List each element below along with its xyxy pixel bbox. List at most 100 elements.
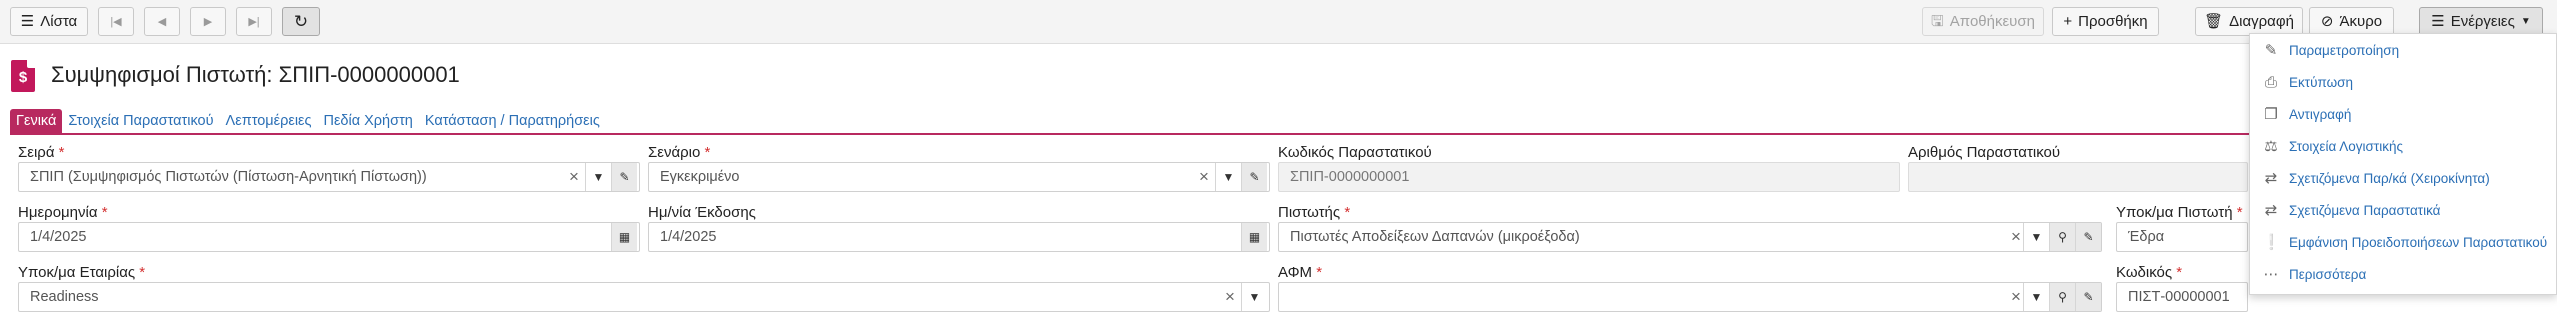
copy-icon: ❐: [2264, 106, 2278, 123]
caret-down-icon[interactable]: ▼: [1241, 283, 1267, 311]
company-branch-value: Readiness: [30, 289, 99, 305]
add-button-label: Προσθήκη: [2078, 13, 2148, 30]
code-select[interactable]: ΠΙΣΤ-00000001: [2116, 282, 2248, 312]
issue-date-field[interactable]: 1/4/2025 ▦: [648, 222, 1270, 252]
edit-icon: ✎: [2264, 42, 2278, 59]
tab-user-fields[interactable]: Πεδία Χρήστη: [318, 109, 419, 133]
menu-item-related-docs[interactable]: ⇄ Σχετιζόμενα Παραστατικά: [2250, 194, 2556, 226]
document-dollar-icon: $: [11, 60, 35, 92]
date-label: Ημερομηνία *: [18, 204, 108, 221]
doc-code-value: ΣΠΙΠ-0000000001: [1290, 169, 1410, 185]
list-button[interactable]: ☰ Λίστα: [10, 7, 88, 36]
previous-record-button[interactable]: ◀: [144, 7, 180, 36]
caret-down-icon[interactable]: ▼: [1215, 163, 1241, 191]
tab-status-notes[interactable]: Κατάσταση / Παρατηρήσεις: [419, 109, 606, 133]
date-field[interactable]: 1/4/2025 ▦: [18, 222, 640, 252]
caret-down-icon[interactable]: ▼: [585, 163, 611, 191]
save-icon: 🖫: [1931, 13, 1944, 30]
creditor-branch-select[interactable]: Έδρα: [2116, 222, 2248, 252]
date-value: 1/4/2025: [30, 229, 87, 245]
last-record-button[interactable]: ▶|: [236, 7, 272, 36]
tab-lines[interactable]: Λεπτομέρειες: [220, 109, 318, 133]
calendar-icon[interactable]: ▦: [1241, 223, 1267, 251]
creditor-branch-value: Έδρα: [2128, 229, 2165, 245]
clear-icon[interactable]: ×: [569, 167, 579, 187]
print-icon: ⎙: [2264, 73, 2277, 91]
code-value: ΠΙΣΤ-00000001: [2128, 289, 2230, 305]
tab-document-details[interactable]: Στοιχεία Παραστατικού: [62, 109, 219, 133]
edit-icon[interactable]: ✎: [2075, 283, 2101, 311]
edit-icon[interactable]: ✎: [1241, 163, 1267, 191]
actions-menu: ✎ Παραμετροποίηση ⎙ Εκτύπωση ❐ Αντιγραφή…: [2249, 33, 2557, 295]
cancel-button[interactable]: ⊘ Άκυρο: [2309, 7, 2394, 36]
warning-icon: ❕: [2262, 234, 2281, 251]
clear-icon[interactable]: ×: [2011, 227, 2021, 247]
refresh-button[interactable]: ↻: [282, 7, 320, 36]
doc-code-label: Κωδικός Παραστατικού: [1278, 144, 1432, 161]
actions-button[interactable]: ☰ Ενέργειες ▼: [2419, 7, 2543, 36]
issue-date-value: 1/4/2025: [660, 229, 717, 245]
series-select[interactable]: ΣΠΙΠ (Συμψηφισμός Πιστωτών (Πίστωση-Αρνη…: [18, 162, 640, 192]
swap-icon: ⇄: [2264, 170, 2278, 187]
creditor-branch-label: Υποκ/μα Πιστωτή *: [2116, 204, 2243, 221]
company-branch-label: Υποκ/μα Εταιρίας *: [18, 264, 146, 281]
delete-button[interactable]: 🗑 Διαγραφή: [2195, 7, 2303, 36]
clear-icon[interactable]: ×: [2011, 287, 2021, 307]
balance-icon: ⚖: [2264, 138, 2278, 155]
menu-item-show-warnings[interactable]: ❕ Εμφάνιση Προειδοποιήσεων Παραστατικού: [2250, 226, 2556, 258]
calendar-icon[interactable]: ▦: [611, 223, 637, 251]
swap-icon: ⇄: [2264, 202, 2278, 219]
search-icon[interactable]: ⚲: [2049, 283, 2075, 311]
edit-icon[interactable]: ✎: [2075, 223, 2101, 251]
search-icon[interactable]: ⚲: [2049, 223, 2075, 251]
caret-down-icon[interactable]: ▼: [2023, 283, 2049, 311]
company-branch-select[interactable]: Readiness × ▼: [18, 282, 1270, 312]
menu-icon: ☰: [2431, 13, 2445, 30]
creditor-value: Πιστωτές Αποδείξεων Δαπανών (μικροέξοδα): [1290, 229, 1580, 245]
plus-icon: +: [2063, 13, 2073, 30]
list-icon: ☰: [20, 13, 35, 30]
cancel-icon: ⊘: [2320, 13, 2334, 30]
series-label: Σειρά *: [18, 144, 65, 161]
tab-underline: [10, 133, 2557, 135]
add-button[interactable]: + Προσθήκη: [2052, 7, 2159, 36]
save-button-label: Αποθήκευση: [1949, 13, 2035, 30]
cancel-button-label: Άκυρο: [2339, 13, 2383, 30]
vat-label: ΑΦΜ *: [1278, 264, 1323, 281]
menu-item-related-manual[interactable]: ⇄ Σχετιζόμενα Παρ/κά (Χειροκίνητα): [2250, 162, 2556, 194]
scenario-value: Εγκεκριμένο: [660, 169, 740, 185]
vat-select[interactable]: × ▼ ⚲ ✎: [1278, 282, 2102, 312]
save-button[interactable]: 🖫 Αποθήκευση: [1922, 7, 2044, 36]
menu-item-copy[interactable]: ❐ Αντιγραφή: [2250, 98, 2556, 130]
doc-code-field[interactable]: ΣΠΙΠ-0000000001: [1278, 162, 1900, 192]
issue-date-label: Ημ/νία Έκδοσης: [648, 204, 756, 221]
clear-icon[interactable]: ×: [1199, 167, 1209, 187]
menu-item-more[interactable]: ⋯ Περισσότερα: [2250, 258, 2556, 290]
tab-general[interactable]: Γενικά: [10, 109, 63, 133]
page-title: Συμψηφισμοί Πιστωτή: ΣΠΙΠ-0000000001: [51, 62, 460, 87]
last-icon: ▶|: [248, 16, 260, 28]
trash-icon: 🗑: [2204, 13, 2224, 30]
doc-number-label: Αριθμός Παραστατικού: [1908, 144, 2061, 161]
doc-number-field[interactable]: [1908, 162, 2248, 192]
creditor-label: Πιστωτής *: [1278, 204, 1351, 221]
refresh-icon: ↻: [293, 12, 309, 31]
actions-button-label: Ενέργειες: [2450, 13, 2515, 30]
menu-item-print[interactable]: ⎙ Εκτύπωση: [2250, 66, 2556, 98]
scenario-select[interactable]: Εγκεκριμένο × ▼ ✎: [648, 162, 1270, 192]
next-record-button[interactable]: ▶: [190, 7, 226, 36]
first-icon: |◀: [110, 16, 122, 28]
menu-item-accounting[interactable]: ⚖ Στοιχεία Λογιστικής: [2250, 130, 2556, 162]
menu-item-customize[interactable]: ✎ Παραμετροποίηση: [2250, 34, 2556, 66]
list-button-label: Λίστα: [40, 13, 78, 30]
toolbar: ☰ Λίστα |◀ ◀ ▶ ▶| ↻ 🖫 Αποθήκευση + Προσθ…: [0, 0, 2557, 44]
delete-button-label: Διαγραφή: [2229, 13, 2294, 30]
caret-down-icon[interactable]: ▼: [2023, 223, 2049, 251]
edit-icon[interactable]: ✎: [611, 163, 637, 191]
caret-down-icon: ▼: [2520, 15, 2531, 27]
previous-icon: ◀: [157, 16, 167, 28]
creditor-select[interactable]: Πιστωτές Αποδείξεων Δαπανών (μικροέξοδα)…: [1278, 222, 2102, 252]
first-record-button[interactable]: |◀: [98, 7, 134, 36]
clear-icon[interactable]: ×: [1225, 287, 1235, 307]
series-value: ΣΠΙΠ (Συμψηφισμός Πιστωτών (Πίστωση-Αρνη…: [30, 169, 427, 185]
